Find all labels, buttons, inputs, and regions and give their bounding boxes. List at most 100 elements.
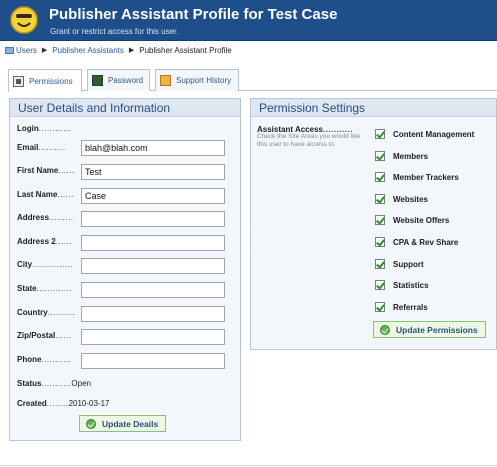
last-name-field[interactable] (81, 188, 225, 204)
password-icon (92, 75, 103, 86)
status-row: Status ........... Open (17, 375, 91, 391)
checkbox-checked[interactable] (375, 172, 385, 182)
dot-leader: ........... (41, 354, 72, 364)
first-name-field[interactable] (81, 164, 225, 180)
state-label: State (17, 283, 37, 293)
address-label: Address (17, 212, 50, 222)
dot-leader: ...... (57, 189, 74, 199)
checkbox-checked[interactable] (375, 302, 385, 312)
dot-leader: ...... (55, 236, 73, 246)
created-row: Created ........ 2010-03-17 (17, 395, 110, 411)
last-name-row: Last Name ...... (17, 186, 74, 202)
dot-leader: ...... (58, 165, 75, 175)
checkbox-checked[interactable] (375, 129, 385, 139)
tab-label: Support History (176, 76, 232, 85)
button-label: Update Permissions (396, 324, 478, 335)
login-label: Login (17, 123, 39, 133)
smiley-face-icon (10, 6, 38, 34)
address2-label: Address 2 (17, 236, 56, 246)
checkbox-checked[interactable] (375, 215, 385, 225)
email-label: Email (17, 142, 39, 152)
country-field[interactable] (81, 306, 225, 322)
permission-label: Websites (393, 194, 428, 204)
checkbox-checked[interactable] (375, 237, 385, 247)
permission-label: Content Management (393, 129, 475, 139)
permission-members[interactable]: Members (375, 150, 428, 162)
permission-support[interactable]: Support (375, 258, 424, 270)
breadcrumb-separator: ▶ (128, 47, 135, 54)
last-name-label: Last Name (17, 189, 58, 199)
state-row: State ............. (17, 280, 72, 296)
first-name-label: First Name (17, 165, 59, 175)
permission-referrals[interactable]: Referrals (375, 301, 428, 313)
page-bottom-border (0, 465, 497, 466)
phone-field[interactable] (81, 353, 225, 369)
city-label: City (17, 259, 33, 269)
dot-leader: ...... (55, 330, 72, 340)
update-permissions-button[interactable]: Update Permissions (373, 321, 486, 338)
dot-leader: ............ (38, 123, 72, 133)
user-details-title: User Details and Information (10, 99, 240, 117)
phone-label: Phone (17, 354, 42, 364)
folder-icon (5, 46, 14, 54)
address-field[interactable] (81, 211, 225, 227)
permission-member-trackers[interactable]: Member Trackers (375, 171, 459, 183)
checkbox-checked[interactable] (375, 151, 385, 161)
address2-row: Address 2 ...... (17, 233, 72, 249)
permission-label: Website Offers (393, 215, 450, 225)
state-field[interactable] (81, 282, 225, 298)
dot-leader: ........ (46, 398, 69, 408)
dot-leader: ............. (36, 283, 72, 293)
breadcrumb: Users ▶ Publisher Assistants ▶ Publisher… (5, 44, 232, 56)
permission-label: CPA & Rev Share (393, 237, 459, 247)
address-row: Address ......... (17, 209, 74, 225)
permissions-icon (13, 75, 24, 87)
check-circle-icon (380, 324, 390, 335)
dot-leader: ............... (32, 259, 73, 269)
breadcrumb-separator: ▶ (41, 47, 48, 54)
tab-label: Permissions (29, 76, 73, 86)
permission-label: Member Trackers (393, 172, 459, 182)
tab-label: Password (108, 76, 144, 85)
dot-leader: .......... (38, 142, 66, 152)
zip-row: Zip/Postal ...... (17, 327, 72, 343)
city-row: City ............... (17, 256, 73, 272)
breadcrumb-users[interactable]: Users (16, 46, 37, 55)
checkbox-checked[interactable] (375, 194, 385, 204)
permission-website-offers[interactable]: Website Offers (375, 214, 449, 226)
breadcrumb-publisher-assistants[interactable]: Publisher Assistants (52, 46, 124, 55)
email-field[interactable] (81, 140, 225, 156)
checkbox-checked[interactable] (375, 259, 385, 269)
address2-field[interactable] (81, 235, 225, 251)
email-row: Email .......... (17, 139, 66, 155)
permission-cpa-rev-share[interactable]: CPA & Rev Share (375, 236, 458, 248)
permission-statistics[interactable]: Statistics (375, 279, 429, 291)
dot-leader: .......... (47, 307, 75, 317)
permission-settings-title: Permission Settings (251, 99, 496, 117)
permission-label: Members (393, 151, 429, 161)
permission-content-management[interactable]: Content Management (375, 128, 474, 140)
permission-label: Support (393, 259, 424, 269)
created-value: 2010-03-17 (68, 398, 110, 408)
page-title: Publisher Assistant Profile for Test Cas… (49, 6, 338, 23)
country-row: Country .......... (17, 304, 75, 320)
country-label: Country (17, 307, 48, 317)
breadcrumb-current: Publisher Assistant Profile (139, 45, 232, 55)
page-header: Publisher Assistant Profile for Test Cas… (0, 0, 497, 41)
permission-label: Referrals (393, 302, 428, 312)
update-details-button[interactable]: Update Deails (79, 415, 167, 432)
dot-leader: ........... (41, 378, 72, 388)
city-field[interactable] (81, 258, 225, 274)
tab-support-history[interactable]: Support History (155, 69, 239, 91)
first-name-row: First Name ...... (17, 162, 75, 178)
permission-websites[interactable]: Websites (375, 193, 428, 205)
tab-password[interactable]: Password (87, 69, 150, 91)
status-label: Status (17, 378, 42, 388)
login-row: Login ............ (17, 120, 71, 136)
status-value: Open (71, 378, 91, 388)
page-subtitle: Grant or restrict access for this user. (50, 27, 179, 36)
tab-permissions[interactable]: Permissions (8, 69, 82, 92)
zip-label: Zip/Postal (17, 330, 56, 340)
zip-field[interactable] (81, 329, 225, 345)
checkbox-checked[interactable] (375, 280, 385, 290)
